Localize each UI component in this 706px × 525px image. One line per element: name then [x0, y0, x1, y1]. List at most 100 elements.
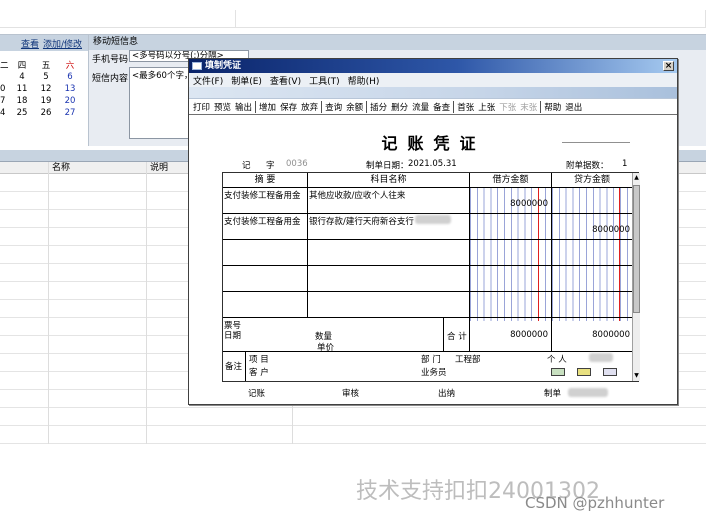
credit-decimal-line	[619, 187, 620, 321]
voucher-number[interactable]: 0036	[286, 159, 308, 169]
calendar-day[interactable]: 0	[0, 84, 10, 94]
toolbar-button[interactable]: 退出	[563, 101, 584, 113]
calendar-day[interactable]: 26	[34, 108, 58, 118]
green-card-icon[interactable]	[551, 368, 565, 376]
date-label: 制单日期：	[366, 161, 409, 171]
toolbar-button[interactable]: 首张	[455, 101, 476, 113]
toolbar-button[interactable]: 打印	[191, 101, 212, 113]
dept-label: 部 门	[421, 355, 441, 365]
entry-summary[interactable]: 支付装修工程备用金	[224, 215, 301, 227]
entry-account[interactable]: 其他应收款/应收个人往来	[309, 189, 405, 201]
toolbar-separator	[540, 100, 542, 113]
row-line	[223, 213, 632, 214]
calendar-day[interactable]: 6	[58, 72, 82, 82]
entry-account[interactable]: 银行存款/建行天府新谷支行	[309, 215, 414, 227]
dialog-titlebar[interactable]: 填制凭证 ×	[189, 59, 677, 73]
voucher-date[interactable]: 2021.05.31	[408, 159, 457, 169]
toolbar-button[interactable]: 删分	[389, 101, 410, 113]
yellow-card-icon[interactable]	[577, 368, 591, 376]
toolbar-button[interactable]: 上张	[476, 101, 497, 113]
add-edit-link[interactable]: 添加/修改	[43, 37, 82, 50]
calendar-day[interactable]: 13	[58, 84, 82, 94]
cashier-label: 出纳	[438, 389, 456, 399]
attach-count[interactable]: 1	[622, 159, 627, 169]
redacted-text	[589, 353, 613, 362]
toolbar-button[interactable]: 帮助	[542, 101, 563, 113]
calendar: 二 四 五 六 4 5 6 0 11 12 13 7 18 19 20 4 25…	[0, 59, 82, 119]
redacted-text	[415, 215, 451, 224]
toolbar-button[interactable]: 增加	[257, 101, 278, 113]
calendar-day[interactable]: 20	[58, 96, 82, 106]
top-cell	[0, 10, 236, 28]
calendar-row: 4 5 6	[0, 71, 82, 83]
menu-view[interactable]: 查看(V)	[270, 74, 301, 87]
calendar-row: 0 11 12 13	[0, 83, 82, 95]
menu-help[interactable]: 帮助(H)	[348, 74, 380, 87]
close-button[interactable]: ×	[663, 61, 674, 71]
toolbar-button[interactable]: 流量	[410, 101, 431, 113]
grid-divider	[48, 162, 49, 444]
bookkeeper-label: 记账	[248, 389, 266, 399]
toolbar-button[interactable]: 放弃	[299, 101, 320, 113]
banner-strip	[189, 87, 677, 99]
toolbar-button: 末张	[520, 102, 538, 113]
voucher-type[interactable]: 记	[242, 159, 251, 171]
toolbar-button[interactable]: 输出	[233, 101, 254, 113]
header-summary: 摘 要	[254, 175, 276, 185]
menu-tools[interactable]: 工具(T)	[309, 74, 340, 87]
date-row-label: 日期	[224, 331, 242, 341]
scroll-down-icon[interactable]: ▼	[633, 371, 640, 380]
toolbar-separator	[366, 100, 368, 113]
scroll-up-icon[interactable]: ▲	[633, 173, 640, 182]
entry-debit[interactable]: 8000000	[470, 199, 548, 209]
view-link[interactable]: 查看	[21, 37, 39, 50]
top-strip	[0, 0, 706, 34]
entry-credit[interactable]: 8000000	[552, 225, 630, 235]
vertical-scrollbar[interactable]: ▲ ▼	[632, 173, 640, 381]
calendar-day[interactable]: 27	[58, 108, 82, 118]
toolbar-button[interactable]: 预览	[212, 101, 233, 113]
gray-card-icon[interactable]	[603, 368, 617, 376]
menu-file[interactable]: 文件(F)	[193, 74, 223, 87]
calendar-day[interactable]: 7	[0, 96, 10, 106]
menu-make[interactable]: 制单(E)	[231, 74, 262, 87]
total-label: 合 计	[447, 332, 467, 342]
toolbar-button[interactable]: 备查	[431, 101, 452, 113]
title-underline	[562, 142, 630, 143]
toolbar-button[interactable]: 查询	[323, 101, 344, 113]
toolbar-button[interactable]: 保存	[278, 101, 299, 113]
grid-col-desc[interactable]: 说明	[150, 162, 168, 174]
grid-col-name[interactable]: 名称	[52, 162, 70, 174]
calendar-day[interactable]: 5	[34, 72, 58, 82]
toolbar-separator	[321, 100, 323, 113]
calendar-day[interactable]: 4	[0, 108, 10, 118]
voucher-sheet: 记账凭证 记 字 0036 制单日期： 2021.05.31 附单据数： 1 摘…	[190, 116, 677, 404]
attach-label: 附单据数：	[566, 161, 609, 171]
menu-bar: 文件(F) 制单(E) 查看(V) 工具(T) 帮助(H)	[189, 73, 677, 87]
calendar-day[interactable]: 11	[10, 84, 34, 94]
header-credit: 贷方金额	[573, 175, 610, 185]
entry-summary[interactable]: 支付装修工程备用金	[224, 189, 301, 201]
calendar-day[interactable]: 18	[10, 96, 34, 106]
calendar-day[interactable]: 4	[10, 72, 34, 82]
calendar-day[interactable]: 19	[34, 96, 58, 106]
scroll-thumb[interactable]	[633, 185, 640, 313]
price-label: 单价	[317, 343, 335, 353]
toolbar: 打印 预览 输出 增加 保存 放弃 查询 余额 插分 删分 流量 备查 首张 上张 下张 末张 帮助 退出	[189, 99, 677, 115]
toolbar-button[interactable]: 插分	[368, 101, 389, 113]
redacted-text	[568, 388, 608, 397]
toolbar-button[interactable]: 余额	[344, 101, 365, 113]
voucher-dialog: 填制凭证 × 文件(F) 制单(E) 查看(V) 工具(T) 帮助(H) 打印预…	[188, 58, 678, 405]
calendar-row: 4 25 26 27	[0, 107, 82, 119]
phone-label: 手机号码	[92, 55, 129, 65]
header-account: 科目名称	[370, 175, 407, 185]
weekday: 四	[17, 61, 27, 71]
weekday: 六	[65, 61, 75, 71]
toolbar-separator	[453, 100, 455, 113]
toolbar-separator	[255, 100, 257, 113]
grid-divider	[146, 162, 147, 444]
calendar-day[interactable]: 25	[10, 108, 34, 118]
calendar-day[interactable]: 12	[34, 84, 58, 94]
toolbar-button: 下张	[499, 102, 517, 113]
dept-value[interactable]: 工程部	[455, 353, 481, 365]
